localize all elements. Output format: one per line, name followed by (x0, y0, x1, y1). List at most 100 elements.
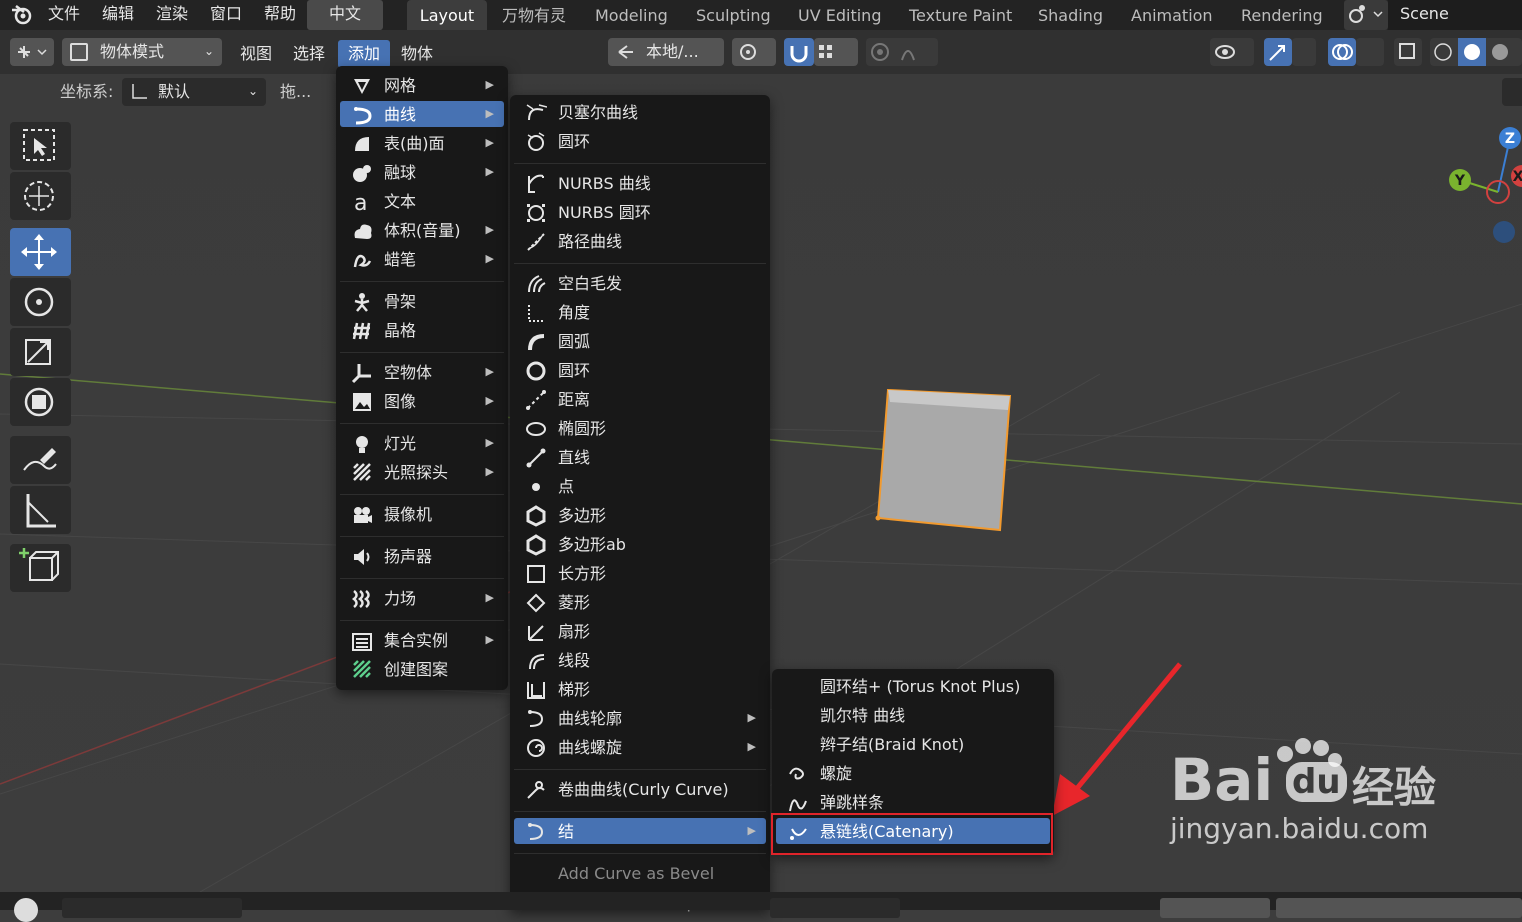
curve-menu-item[interactable]: 菱形 (514, 589, 766, 615)
rotate-tool[interactable] (10, 278, 71, 326)
curve-menu-item[interactable]: 贝塞尔曲线 (514, 99, 766, 125)
curve-menu-item[interactable]: Add Curve as Bevel (514, 860, 766, 886)
add-menu-item[interactable]: 晶格 (340, 317, 504, 343)
add-menu-item[interactable]: 图像 ▶ (340, 388, 504, 414)
scene-selector-icon[interactable] (1344, 0, 1388, 30)
tab-texture-paint[interactable]: Texture Paint (909, 0, 1012, 30)
tab-rendering[interactable]: Rendering (1241, 0, 1323, 30)
add-menu-item[interactable]: 表(曲)面 ▶ (340, 130, 504, 156)
add-menu-item[interactable]: 空物体 ▶ (340, 359, 504, 385)
gizmo-dropdown-icon[interactable] (1292, 38, 1316, 66)
scale-tool[interactable] (10, 328, 71, 376)
menu-object[interactable]: 物体 (401, 40, 433, 68)
curve-menu-item[interactable]: 梯形 (514, 676, 766, 702)
tab-uv-editing[interactable]: UV Editing (798, 0, 881, 30)
add-menu-item[interactable]: 体积(音量) ▶ (340, 217, 504, 243)
curve-menu-item[interactable]: 长方形 (514, 560, 766, 586)
select-box-tool[interactable] (10, 122, 71, 170)
curve-menu-item[interactable]: 多边形 (514, 502, 766, 528)
add-menu-item[interactable]: 灯光 ▶ (340, 430, 504, 456)
curve-menu-item[interactable]: 点 (514, 473, 766, 499)
mode-dropdown[interactable]: 物体模式 ⌄ (62, 38, 222, 66)
scene-name[interactable]: Scene (1388, 0, 1522, 30)
add-cube-tool[interactable] (10, 544, 71, 592)
add-menu-item[interactable]: a 文本 (340, 188, 504, 216)
cursor-tool[interactable] (10, 172, 71, 220)
timeline-editor-icon[interactable] (14, 898, 38, 922)
visibility-eye-icon[interactable] (1210, 38, 1254, 66)
blender-logo-icon[interactable] (10, 0, 36, 30)
tab-shading[interactable]: Shading (1038, 0, 1103, 30)
tab-sculpting[interactable]: Sculpting (696, 0, 771, 30)
xray-toggle-icon[interactable] (1394, 38, 1422, 66)
tab-layout[interactable]: Layout (407, 0, 487, 30)
default-cube[interactable] (875, 388, 1012, 532)
tab-modeling[interactable]: Modeling (595, 0, 668, 30)
add-menu-item[interactable]: 摄像机 (340, 501, 504, 527)
measure-tool[interactable] (10, 486, 71, 534)
knot-menu-item[interactable]: 弹跳样条 (776, 789, 1050, 815)
curve-menu-item[interactable]: 直线 (514, 444, 766, 470)
menu-window[interactable]: 窗口 (210, 0, 242, 30)
coord-dropdown[interactable]: 默认 ⌄ (122, 78, 266, 106)
tab-wanwu[interactable]: 万物有灵 (502, 0, 566, 30)
curve-menu-item[interactable]: 椭圆形 (514, 415, 766, 441)
menu-render[interactable]: 渲染 (156, 0, 188, 30)
curve-menu-item[interactable]: 扇形 (514, 618, 766, 644)
current-frame-field[interactable] (1160, 898, 1270, 918)
shading-mode-group[interactable] (1430, 38, 1522, 66)
language-button[interactable]: 中文 (307, 0, 383, 30)
gizmo-toggle-icon[interactable] (1264, 38, 1292, 66)
knot-menu-item[interactable]: 圆环结+ (Torus Knot Plus) (776, 673, 1050, 699)
curve-menu-item[interactable]: 曲线轮廓 ▶ (514, 705, 766, 731)
navigation-gizmo[interactable]: Z Y X (1440, 120, 1522, 250)
knot-menu-item[interactable]: 凯尔特 曲线 (776, 702, 1050, 728)
curve-menu-item[interactable]: 角度 (514, 299, 766, 325)
curve-menu-item[interactable]: 圆环 (514, 357, 766, 383)
curve-menu-item[interactable]: 线段 (514, 647, 766, 673)
curve-menu-item[interactable]: 曲线螺旋 ▶ (514, 734, 766, 760)
orientation-dropdown[interactable]: 本地/... (608, 38, 724, 66)
add-menu-item[interactable]: 光照探头 ▶ (340, 459, 504, 485)
add-menu-item[interactable]: 集合实例 ▶ (340, 627, 504, 653)
add-menu-item[interactable]: 蜡笔 ▶ (340, 246, 504, 272)
add-menu-item[interactable]: 创建图案 (340, 656, 504, 682)
curve-menu-item[interactable]: 空白毛发 (514, 270, 766, 296)
add-menu-item[interactable]: 力场 ▶ (340, 585, 504, 611)
add-menu-item[interactable]: 扬声器 (340, 543, 504, 569)
annotate-tool[interactable] (10, 436, 71, 484)
add-menu-item[interactable]: 骨架 (340, 288, 504, 314)
menu-edit[interactable]: 编辑 (102, 0, 134, 30)
knot-menu-item[interactable]: 螺旋 (776, 760, 1050, 786)
playback-controls[interactable] (770, 898, 900, 918)
curve-menu-item[interactable]: 结 ▶ (514, 818, 766, 844)
proportional-edit-icon[interactable] (866, 38, 938, 66)
add-menu-item[interactable]: 曲线 ▶ (340, 101, 504, 127)
curve-menu-item[interactable]: 多边形ab (514, 531, 766, 557)
frame-range-fields[interactable] (1276, 898, 1522, 918)
curve-menu-item[interactable]: 卷曲曲线(Curly Curve) (514, 776, 766, 802)
menu-help[interactable]: 帮助 (264, 0, 296, 30)
pivot-point-icon[interactable] (732, 38, 776, 66)
add-menu-item[interactable]: 融球 ▶ (340, 159, 504, 185)
curve-menu-item[interactable]: NURBS 圆环 (514, 199, 766, 225)
curve-menu-item[interactable]: NURBS 曲线 (514, 170, 766, 196)
menu-view[interactable]: 视图 (240, 40, 272, 68)
menu-select[interactable]: 选择 (293, 40, 325, 68)
curve-menu-item[interactable]: 路径曲线 (514, 228, 766, 254)
playback-menu[interactable] (62, 898, 242, 918)
add-menu-item[interactable]: 网格 ▶ (340, 72, 504, 98)
editor-type-icon[interactable] (10, 38, 54, 66)
curve-menu-item[interactable]: 圆弧 (514, 328, 766, 354)
snap-target-icon[interactable] (814, 38, 858, 66)
move-tool[interactable] (10, 228, 71, 276)
sidebar-tab[interactable] (1502, 78, 1522, 106)
knot-menu-item[interactable]: 辫子结(Braid Knot) (776, 731, 1050, 757)
snap-toggle-icon[interactable] (784, 38, 814, 66)
overlay-toggle-icon[interactable] (1328, 38, 1356, 66)
transform-tool[interactable] (10, 378, 71, 426)
curve-menu-item[interactable]: 圆环 (514, 128, 766, 154)
menu-file[interactable]: 文件 (48, 0, 80, 30)
menu-add[interactable]: 添加 (338, 40, 390, 68)
curve-menu-item[interactable]: 距离 (514, 386, 766, 412)
